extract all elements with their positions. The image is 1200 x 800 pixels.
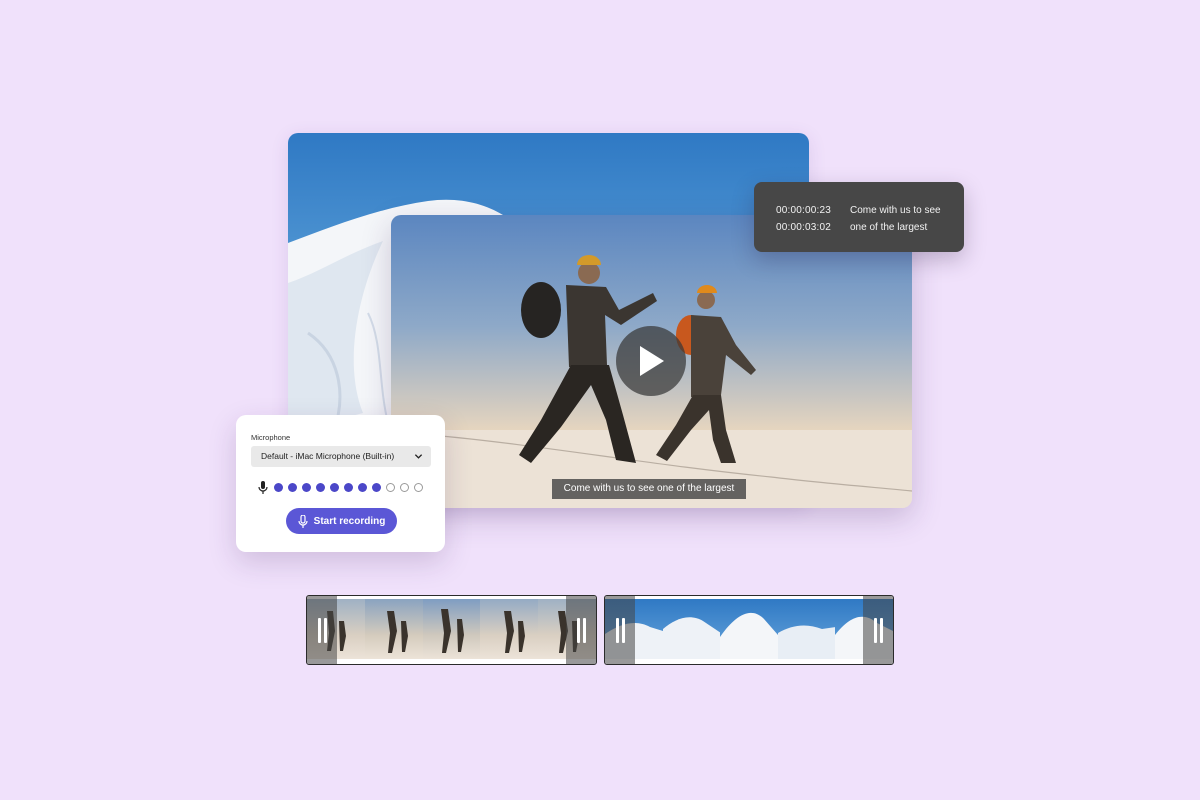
caption-timing-card[interactable]: 00:00:00:23 00:00:03:02 Come with us to … (754, 182, 964, 252)
level-meter-dot (400, 482, 409, 492)
caption-text: Come with us to see one of the largest (850, 202, 950, 236)
level-meter-dot (288, 482, 297, 492)
microphone-select[interactable]: Default - iMac Microphone (Built-in) (251, 446, 431, 467)
clip-trim-handle-left[interactable] (307, 596, 337, 664)
start-recording-label: Start recording (313, 515, 386, 527)
level-meter-dot (274, 482, 283, 492)
clip-frame (662, 599, 721, 659)
input-level-meter (258, 480, 423, 494)
caption-text-line-1: Come with us to see (850, 205, 941, 216)
clip-frame (777, 599, 836, 659)
level-meter-dot (302, 482, 311, 492)
clip-trim-handle-left[interactable] (605, 596, 635, 664)
caption-start-time: 00:00:00:23 (776, 205, 832, 216)
start-recording-button[interactable]: Start recording (286, 508, 397, 534)
caption-end-time: 00:00:03:02 (776, 222, 832, 233)
level-meter-dot (414, 482, 423, 492)
chevron-down-icon (414, 454, 423, 459)
microphone-panel: Microphone Default - iMac Microphone (Bu… (236, 415, 445, 552)
clip-trim-handle-right[interactable] (566, 596, 596, 664)
clip-frame (720, 599, 778, 659)
microphone-label: Microphone (251, 433, 291, 442)
caption-times: 00:00:00:23 00:00:03:02 (776, 202, 831, 236)
timeline-clip-hikers[interactable] (306, 595, 597, 665)
caption-text-line-2: one of the largest (850, 222, 928, 233)
timeline-clip-mountains[interactable] (604, 595, 894, 665)
microphone-select-value: Default - iMac Microphone (Built-in) (261, 451, 395, 461)
level-meter-dot (358, 482, 367, 492)
level-meter-dot (330, 482, 339, 492)
clip-frame (480, 599, 539, 659)
level-meter-dot (344, 482, 353, 492)
play-button[interactable] (616, 326, 686, 396)
microphone-icon (258, 480, 268, 494)
video-subtitle: Come with us to see one of the largest (552, 479, 746, 499)
play-icon (640, 346, 664, 376)
level-meter-dot (372, 482, 381, 492)
microphone-icon (298, 514, 308, 528)
clip-frames (605, 599, 893, 659)
level-meter-dot (386, 482, 395, 492)
clip-frames (307, 599, 596, 659)
clip-trim-handle-right[interactable] (863, 596, 893, 664)
clip-frame (364, 599, 423, 659)
clip-frame (422, 599, 481, 659)
level-meter-dot (316, 482, 325, 492)
